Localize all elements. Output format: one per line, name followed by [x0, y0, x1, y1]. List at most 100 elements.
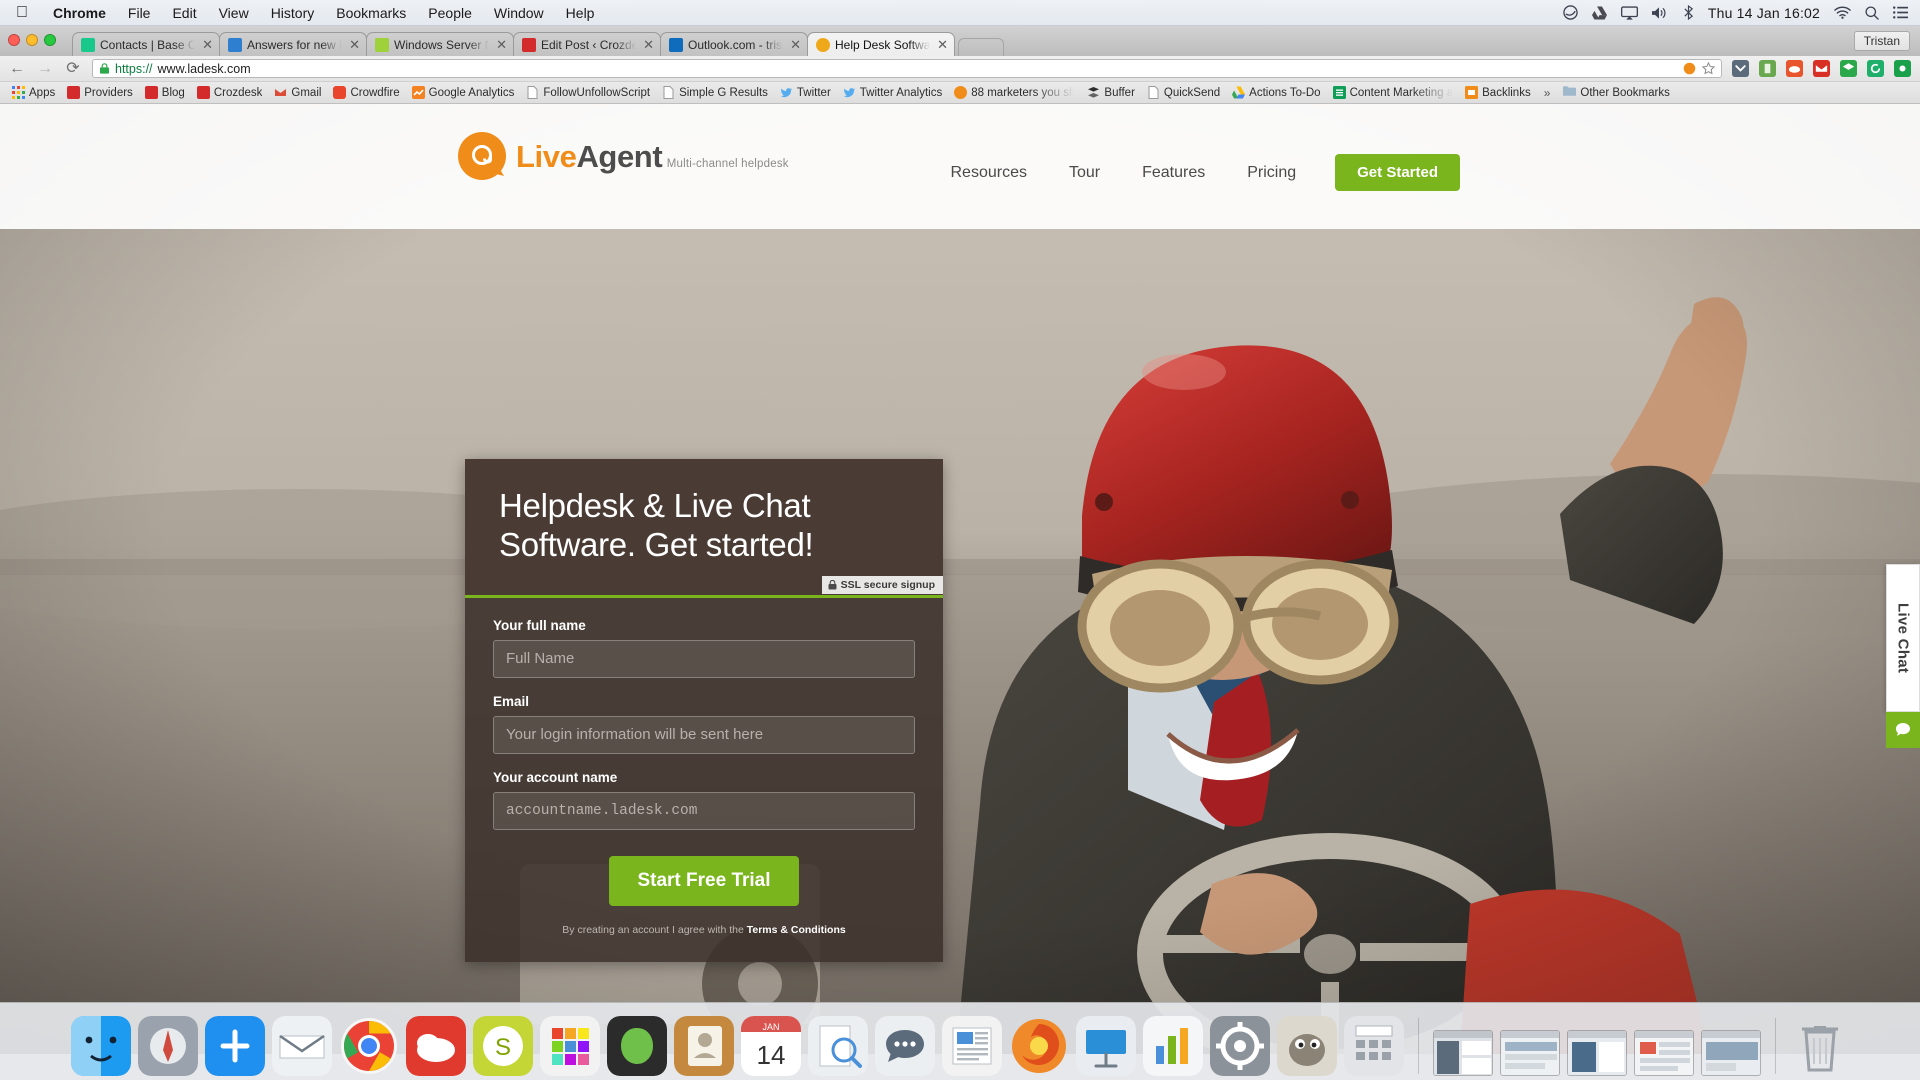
browser-tab[interactable]: Edit Post ‹ Crozdesk Blog ✕ [513, 32, 661, 56]
tab-close-icon[interactable]: ✕ [641, 38, 654, 51]
menu-item-file[interactable]: File [117, 0, 162, 26]
new-tab-button[interactable] [958, 38, 1004, 56]
menu-item-bookmarks[interactable]: Bookmarks [325, 0, 417, 26]
browser-tab[interactable]: Windows Server Network S ✕ [366, 32, 514, 56]
forward-button[interactable]: → [36, 60, 54, 77]
evernote-icon[interactable] [1759, 59, 1777, 78]
dock-item-skype[interactable]: S [472, 1016, 533, 1076]
live-chat-widget[interactable]: Live Chat [1886, 564, 1920, 748]
menu-item-view[interactable]: View [208, 0, 260, 26]
accountname-input[interactable] [493, 791, 915, 830]
menu-item-people[interactable]: People [417, 0, 483, 26]
dock-item-chrome[interactable] [339, 1016, 399, 1076]
dock-item-contacts[interactable] [673, 1016, 734, 1076]
minimized-window[interactable] [1499, 1030, 1560, 1076]
bookmark-buffer[interactable]: Buffer [1081, 86, 1140, 99]
trash-icon[interactable] [1790, 1016, 1850, 1076]
bookmark-quicksend[interactable]: QuickSend [1141, 86, 1226, 99]
dock-item-settings[interactable] [1209, 1016, 1270, 1076]
colorzilla-icon[interactable] [1894, 59, 1912, 78]
dock-item-finder[interactable] [70, 1016, 131, 1076]
bluetooth-icon[interactable] [1683, 5, 1694, 20]
dock-item-evernote[interactable] [606, 1016, 667, 1076]
extension-orange-icon[interactable] [1683, 62, 1696, 75]
bookmark-providers[interactable]: Providers [61, 86, 139, 99]
minimized-window[interactable] [1633, 1030, 1694, 1076]
bookmark-twitter-analytics[interactable]: Twitter Analytics [837, 86, 948, 99]
close-window-button[interactable] [8, 34, 20, 46]
address-bar[interactable]: https:// www.ladesk.com [92, 59, 1722, 78]
dock-item-gimp[interactable] [1276, 1016, 1337, 1076]
bookmark-apps[interactable]: Apps [6, 86, 61, 99]
bookmark-other-bookmarks[interactable]: Other Bookmarks [1557, 86, 1675, 99]
email-input[interactable] [493, 715, 915, 754]
menu-item-history[interactable]: History [260, 0, 326, 26]
minimized-window[interactable] [1432, 1030, 1493, 1076]
start-free-trial-button[interactable]: Start Free Trial [609, 855, 799, 906]
bookmark-backlinks[interactable]: Backlinks [1459, 86, 1537, 99]
buffer-icon[interactable] [1840, 59, 1858, 78]
bookmark-simple-g-results[interactable]: Simple G Results [656, 86, 774, 99]
dock-item-preview[interactable] [807, 1016, 868, 1076]
grammarly-icon[interactable] [1563, 5, 1578, 20]
dock-item-keynote[interactable] [1075, 1016, 1136, 1076]
get-started-button[interactable]: Get Started [1335, 154, 1460, 191]
minimize-window-button[interactable] [26, 34, 38, 46]
google-drive-icon[interactable] [1591, 5, 1607, 20]
minimized-window[interactable] [1566, 1030, 1627, 1076]
bookmark-88-marketers[interactable]: 88 marketers you sh [948, 86, 1081, 99]
fullname-input[interactable] [493, 639, 915, 678]
nav-item-tour[interactable]: Tour [1048, 164, 1121, 182]
dock-item-creative-cloud[interactable] [405, 1016, 466, 1076]
dock-item-messages[interactable] [874, 1016, 935, 1076]
bookmark-followunfollowscript[interactable]: FollowUnfollowScript [520, 86, 656, 99]
minimized-window[interactable] [1700, 1030, 1761, 1076]
tab-close-icon[interactable]: ✕ [200, 38, 213, 51]
zoom-window-button[interactable] [44, 34, 56, 46]
bookmark-gmail[interactable]: Gmail [268, 86, 327, 99]
bookmark-google-analytics[interactable]: Google Analytics [406, 86, 521, 99]
apple-logo-icon[interactable]:  [12, 4, 32, 22]
pocket-icon[interactable] [1732, 59, 1750, 78]
back-button[interactable]: ← [8, 60, 26, 77]
bookmark-actions-to-do[interactable]: Actions To-Do [1226, 86, 1326, 99]
nav-item-resources[interactable]: Resources [929, 164, 1047, 182]
wifi-icon[interactable] [1834, 6, 1851, 19]
notification-center-icon[interactable] [1893, 6, 1908, 19]
bookmark-blog[interactable]: Blog [139, 86, 191, 99]
menu-item-window[interactable]: Window [483, 0, 555, 26]
airplay-icon[interactable] [1620, 5, 1638, 20]
tab-close-icon[interactable]: ✕ [935, 38, 948, 51]
dock-item-firefox[interactable] [1009, 1016, 1069, 1076]
dock-item-launchpad[interactable] [137, 1016, 198, 1076]
reload-ext-icon[interactable] [1867, 59, 1885, 78]
dock-item-numbers[interactable] [1142, 1016, 1203, 1076]
menu-item-chrome[interactable]: Chrome [42, 0, 117, 26]
spotlight-search-icon[interactable] [1865, 5, 1879, 20]
reload-button[interactable]: ⟳ [64, 60, 82, 77]
tab-close-icon[interactable]: ✕ [494, 38, 507, 51]
volume-icon[interactable] [1651, 6, 1669, 20]
live-chat-button[interactable] [1886, 712, 1920, 748]
dock-item-colors-app[interactable] [539, 1016, 600, 1076]
dock-item-calendar[interactable]: JAN 14 [740, 1016, 801, 1076]
browser-tab[interactable]: Contacts | Base CRM ✕ [72, 32, 220, 56]
menu-item-edit[interactable]: Edit [161, 0, 207, 26]
bookmark-crozdesk[interactable]: Crozdesk [191, 86, 269, 99]
live-chat-tab[interactable]: Live Chat [1886, 564, 1920, 712]
bookmark-twitter[interactable]: Twitter [774, 86, 837, 99]
tab-close-icon[interactable]: ✕ [788, 38, 801, 51]
tab-close-icon[interactable]: ✕ [347, 38, 360, 51]
dock-item-app-store[interactable] [204, 1016, 265, 1076]
dock-item-news[interactable] [941, 1016, 1002, 1076]
liveagent-logo[interactable]: LiveAgent Multi-channel helpdesk [458, 132, 789, 180]
nav-item-features[interactable]: Features [1121, 164, 1226, 182]
menubar-clock[interactable]: Thu 14 Jan 16:02 [1708, 5, 1820, 21]
bookmark-crowdfire[interactable]: Crowdfire [327, 86, 405, 99]
cloud-icon[interactable] [1786, 59, 1804, 78]
gmail-icon[interactable] [1813, 59, 1831, 78]
terms-link[interactable]: Terms & Conditions [747, 924, 846, 936]
nav-item-pricing[interactable]: Pricing [1226, 164, 1317, 182]
browser-tab[interactable]: Answers for new business ✕ [219, 32, 367, 56]
bookmark-star-icon[interactable] [1702, 62, 1715, 75]
